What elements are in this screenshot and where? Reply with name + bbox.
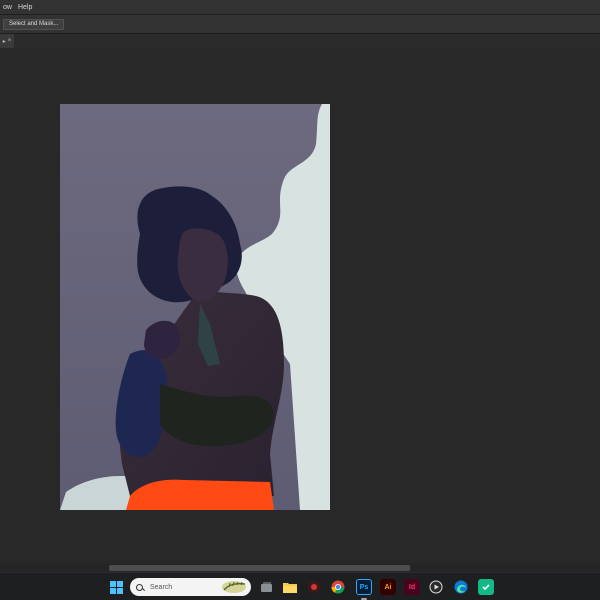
tab-close-icon[interactable]: × [8,38,12,44]
search-highlight-image [222,581,246,593]
file-explorer-icon[interactable] [282,579,298,595]
edge-icon[interactable] [453,579,469,595]
orange-pants [126,479,274,510]
search-icon [136,583,143,591]
indesign-icon[interactable]: Id [404,579,420,595]
media-player-icon[interactable] [428,579,444,595]
menu-item-help[interactable]: Help [15,4,35,11]
app-icon-red[interactable] [306,579,322,595]
chrome-icon[interactable] [330,579,346,595]
document-tab-bar: ▸ × [0,33,600,48]
search-placeholder: Search [150,583,173,591]
menu-bar: ow Help [0,0,600,14]
windows-start-icon[interactable] [108,579,124,595]
scrollbar-thumb[interactable] [109,565,410,571]
document-image[interactable] [60,104,330,510]
horizontal-scrollbar[interactable] [0,564,600,572]
select-and-mask-button[interactable]: Select and Mask... [3,18,65,30]
task-view-icon[interactable] [258,579,274,595]
security-shield-icon[interactable] [478,579,494,595]
document-tab[interactable]: ▸ × [0,34,14,48]
illustrator-icon[interactable]: Ai [380,579,396,595]
taskbar: Search Ps Ai Id [0,572,600,600]
tab-arrow-icon: ▸ [2,38,6,45]
options-bar: Select and Mask... [0,15,600,33]
menu-item-window[interactable]: ow [0,4,15,11]
photoshop-icon[interactable]: Ps [356,579,372,595]
taskbar-search-box[interactable]: Search [130,578,251,596]
